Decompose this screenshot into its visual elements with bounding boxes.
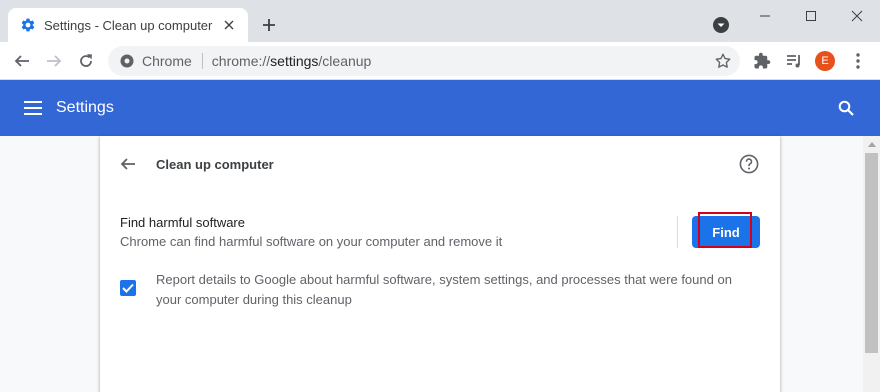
- back-arrow-icon[interactable]: [116, 152, 140, 176]
- forward-arrow-icon[interactable]: [40, 47, 68, 75]
- cleanup-card: Clean up computer Find harmful software …: [100, 136, 780, 392]
- find-button[interactable]: Find: [692, 216, 760, 248]
- close-window-icon[interactable]: [834, 0, 880, 32]
- chrome-site-icon: [120, 54, 134, 68]
- row-divider: [677, 216, 678, 248]
- bookmark-star-icon[interactable]: [714, 52, 732, 70]
- omnibox-chip: Chrome: [142, 53, 192, 69]
- hamburger-menu-icon[interactable]: [22, 97, 44, 119]
- settings-header: Settings: [0, 80, 880, 136]
- page-scrollbar[interactable]: [863, 136, 880, 392]
- browser-toolbar: Chrome chrome://settings/cleanup E: [0, 42, 880, 80]
- search-icon[interactable]: [834, 96, 858, 120]
- find-section-title: Find harmful software: [120, 215, 245, 230]
- url-prefix: chrome://: [211, 53, 271, 69]
- more-menu-icon[interactable]: [847, 50, 869, 72]
- back-arrow-icon[interactable]: [8, 47, 36, 75]
- tab-settings-cleanup[interactable]: Settings - Clean up computer: [8, 8, 248, 42]
- tab-search-icon[interactable]: [710, 14, 732, 36]
- tab-strip: Settings - Clean up computer: [0, 0, 880, 42]
- settings-title: Settings: [56, 99, 114, 116]
- url-host: settings: [270, 53, 319, 69]
- help-icon[interactable]: [738, 153, 760, 175]
- tab-close-icon[interactable]: [220, 16, 238, 34]
- reload-icon[interactable]: [72, 47, 100, 75]
- omnibox-separator: [201, 53, 203, 69]
- report-details-label: Report details to Google about harmful s…: [156, 272, 732, 307]
- url-suffix: /cleanup: [318, 53, 372, 69]
- address-bar[interactable]: Chrome chrome://settings/cleanup: [108, 46, 740, 76]
- scroll-up-arrow-icon[interactable]: [863, 136, 880, 153]
- minimize-icon[interactable]: [742, 0, 788, 32]
- new-tab-plus-icon[interactable]: [258, 14, 280, 36]
- media-queue-icon[interactable]: [783, 50, 805, 72]
- scrollbar-thumb[interactable]: [865, 153, 878, 353]
- tab-title: Settings - Clean up computer: [44, 17, 213, 33]
- extensions-puzzle-icon[interactable]: [751, 50, 773, 72]
- maximize-icon[interactable]: [788, 0, 834, 32]
- page-title: Clean up computer: [156, 157, 274, 172]
- url-text[interactable]: chrome://settings/cleanup: [212, 53, 372, 69]
- profile-avatar[interactable]: E: [815, 51, 835, 71]
- find-section-description: Chrome can find harmful software on your…: [120, 234, 503, 249]
- settings-gear-icon: [20, 17, 36, 33]
- report-details-checkbox[interactable]: [120, 280, 136, 296]
